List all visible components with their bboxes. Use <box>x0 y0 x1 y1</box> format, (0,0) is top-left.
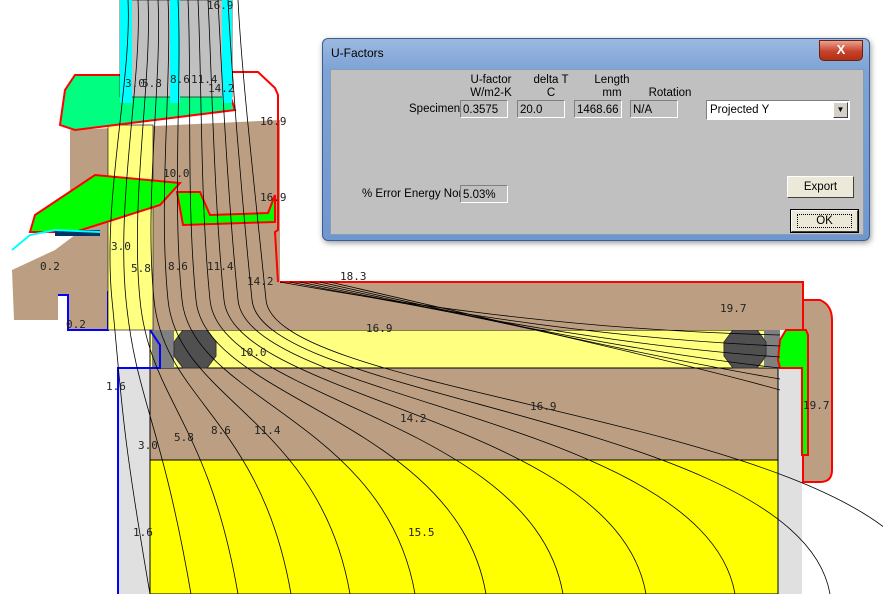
length-header: Length mm <box>594 74 630 99</box>
isotherm-label: 16.9 <box>530 400 557 413</box>
isotherm-label: 16.9 <box>366 322 393 335</box>
isotherm-label: 3.0 <box>138 439 158 452</box>
isotherm-label: 15.5 <box>408 526 435 539</box>
isotherm-label: 8.6 <box>170 73 190 86</box>
rotation-field: N/A <box>630 100 678 118</box>
isotherm-label: 5.8 <box>131 262 151 275</box>
isotherm-label: 16.9 <box>260 115 287 128</box>
isotherm-label: 5.8 <box>174 431 194 444</box>
error-norm-label: % Error Energy Norm <box>362 188 472 200</box>
isotherm-label: 8.6 <box>168 260 188 273</box>
u-factors-dialog: U-Factors X U-factor W/m2-K delta TC Leng… <box>322 38 870 241</box>
isotherm-label: 0.2 <box>66 318 86 331</box>
isotherm-label: 14.2 <box>247 275 274 288</box>
close-icon: X <box>836 42 846 57</box>
isotherm-label: 1.6 <box>106 380 126 393</box>
sill-left-strip <box>118 368 150 594</box>
delta-t-field: 20.0 <box>517 100 565 118</box>
ufactor-header: U-factor W/m2-K <box>470 74 512 99</box>
isotherm-label: 18.3 <box>340 270 367 283</box>
isotherm-label: 19.7 <box>803 399 830 412</box>
specimen-label: Specimen <box>409 103 461 115</box>
close-button[interactable]: X <box>819 40 863 61</box>
isotherm-label: 11.4 <box>254 424 281 437</box>
isotherm-label: 14.2 <box>208 82 235 95</box>
chevron-down-icon[interactable]: ▼ <box>833 102 848 118</box>
ufactor-field: 0.3575 <box>460 100 508 118</box>
isotherm-label: 11.4 <box>207 260 234 273</box>
projection-select[interactable]: Projected Y ▼ <box>706 100 850 120</box>
isotherm-label: 5.8 <box>142 77 162 90</box>
delta-t-header: delta TC <box>533 74 569 99</box>
isotherm-label: 16.9 <box>260 191 287 204</box>
isotherm-label: 16.9 <box>207 0 234 12</box>
dialog-title: U-Factors <box>331 46 384 60</box>
spacer-left <box>152 330 174 368</box>
isotherm-label: 3.0 <box>111 240 131 253</box>
isotherm-label: 1.6 <box>133 526 153 539</box>
sash-insulation <box>107 124 154 331</box>
length-field: 1468.66 <box>574 100 622 118</box>
dialog-body: U-factor W/m2-K delta TC Length mm Rotatio… <box>330 69 864 235</box>
isotherm-label: 10.0 <box>240 346 267 359</box>
isotherm-label: 8.6 <box>211 424 231 437</box>
isotherm-label: 19.7 <box>720 302 747 315</box>
insulation-block <box>149 459 779 594</box>
export-button[interactable]: Export <box>787 176 854 198</box>
isotherm-label: 0.2 <box>40 260 60 273</box>
rotation-header: Rotation <box>648 87 692 99</box>
error-norm-field: 5.03% <box>460 185 508 203</box>
ok-button[interactable]: OK <box>790 209 859 233</box>
isotherm-label: 10.0 <box>163 167 190 180</box>
isotherm-label: 14.2 <box>400 412 427 425</box>
